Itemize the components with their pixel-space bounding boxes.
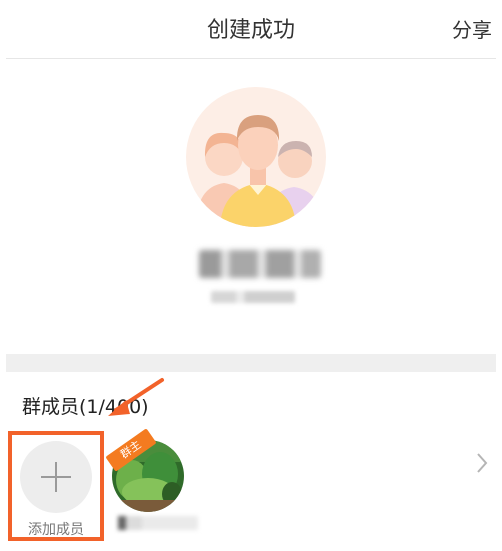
page-title: 创建成功	[206, 18, 295, 43]
annotation-arrow-icon	[108, 378, 164, 416]
header-bar: 创建成功 分享	[0, 0, 502, 56]
header-divider	[6, 58, 496, 59]
group-avatar-icon	[186, 87, 326, 227]
share-button[interactable]: 分享	[452, 14, 492, 43]
add-member-button[interactable]: 添加成员	[8, 431, 104, 541]
chevron-right-icon[interactable]	[476, 452, 488, 474]
add-member-label: 添加成员	[28, 522, 84, 538]
group-name-redacted	[199, 250, 321, 278]
group-id-redacted	[211, 291, 295, 303]
owner-name-redacted	[118, 516, 198, 530]
add-member-circle	[20, 441, 92, 513]
group-avatar[interactable]	[186, 87, 326, 227]
section-separator	[6, 354, 496, 372]
plus-icon	[41, 462, 71, 492]
